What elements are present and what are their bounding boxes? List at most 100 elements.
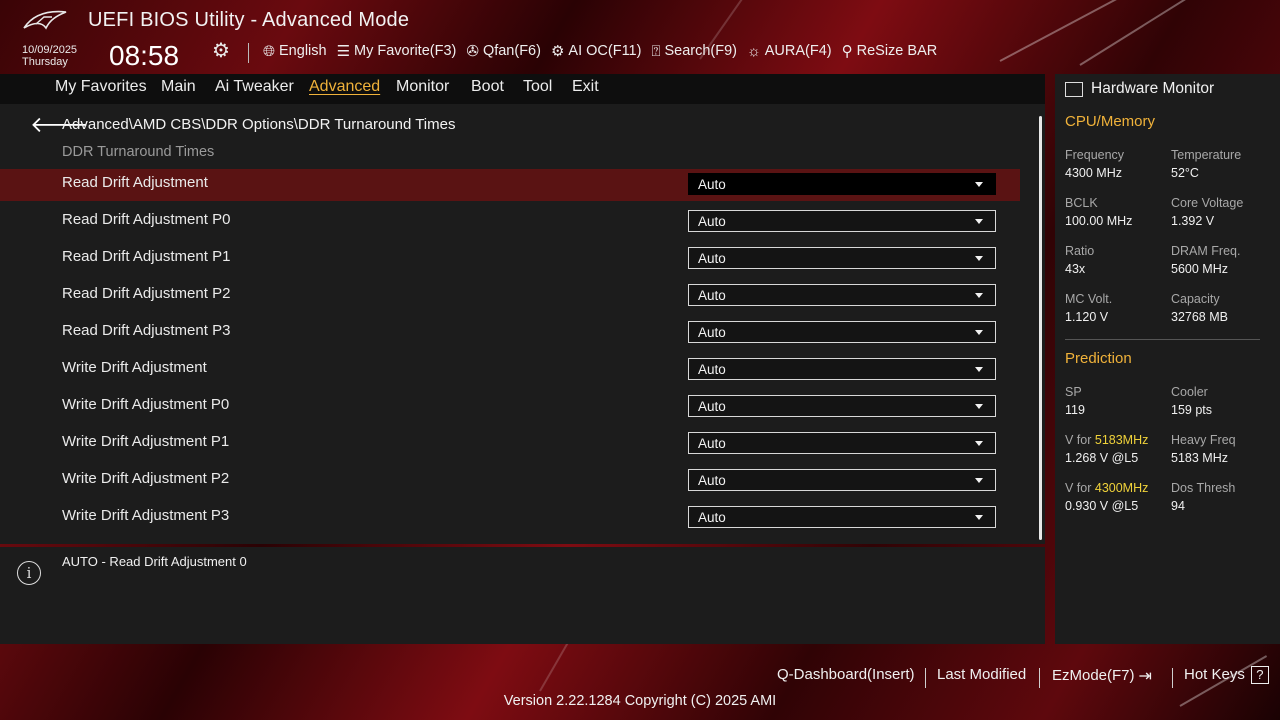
setting-dropdown[interactable]: Auto — [688, 210, 996, 232]
last-modified-button[interactable]: Last Modified — [937, 666, 1026, 683]
setting-dropdown[interactable]: Auto — [688, 247, 996, 269]
v-for-prefix: V for — [1065, 433, 1095, 447]
qfan-label: Qfan(F6) — [482, 43, 541, 59]
setting-dropdown[interactable]: Auto — [688, 432, 996, 454]
ezmode-button[interactable]: EzMode(F7) ⇥ — [1052, 666, 1152, 686]
hot-keys-button[interactable]: Hot Keys? — [1184, 666, 1269, 685]
rog-logo-icon — [23, 10, 67, 30]
setting-row-read-drift-adjustment-p0[interactable]: Read Drift Adjustment P0 Auto — [0, 206, 1020, 238]
capacity-label: Capacity — [1171, 292, 1220, 306]
setting-row-read-drift-adjustment-p2[interactable]: Read Drift Adjustment P2 Auto — [0, 280, 1020, 312]
ratio-value: 43x — [1065, 262, 1086, 276]
chevron-down-icon — [975, 182, 983, 187]
dos-thresh-value: 94 — [1171, 499, 1185, 513]
fan-icon: ✇ — [466, 43, 479, 60]
setting-dropdown[interactable]: Auto — [688, 321, 996, 343]
setting-label: Read Drift Adjustment P1 — [62, 248, 231, 265]
setting-row-read-drift-adjustment-p3[interactable]: Read Drift Adjustment P3 Auto — [0, 317, 1020, 349]
hardware-monitor-label: Hardware Monitor — [1091, 80, 1215, 97]
setting-label: Write Drift Adjustment P1 — [62, 433, 230, 450]
scrollbar[interactable] — [1039, 116, 1042, 540]
tab-advanced[interactable]: Advanced — [309, 78, 380, 96]
setting-dropdown[interactable]: Auto — [688, 284, 996, 306]
temperature-value: 52°C — [1171, 166, 1199, 180]
tab-boot[interactable]: Boot — [471, 78, 504, 96]
ai-oc-button[interactable]: ⚙ AI OC(F11) — [551, 42, 642, 60]
exit-to-ezmode-icon: ⇥ — [1138, 668, 1152, 685]
dram-freq-label: DRAM Freq. — [1171, 244, 1241, 258]
weekday-text: Thursday — [22, 56, 68, 68]
search-label: Search(F9) — [664, 43, 737, 59]
tab-my-favorites[interactable]: My Favorites — [55, 78, 147, 96]
language-button[interactable]: 🌐︎ English — [263, 42, 327, 60]
toolbar: 🌐︎ English ☰ My Favorite(F3) ✇ Qfan(F6) … — [263, 42, 947, 61]
chevron-down-icon — [975, 478, 983, 483]
hot-keys-label: Hot Keys — [1184, 666, 1245, 683]
setting-row-read-drift-adjustment[interactable]: Read Drift Adjustment Auto — [0, 169, 1020, 201]
chevron-down-icon — [975, 293, 983, 298]
hw-divider — [1065, 339, 1260, 340]
search-button[interactable]: ⍰ Search(F9) — [651, 42, 737, 60]
section-title: DDR Turnaround Times — [62, 144, 215, 160]
cooler-value: 159 pts — [1171, 403, 1213, 417]
v-for-freq1-label: V for 5183MHz — [1065, 433, 1148, 447]
footer-divider — [925, 668, 926, 688]
heavy-freq-label: Heavy Freq — [1171, 433, 1236, 447]
sp-value: 119 — [1065, 403, 1085, 417]
dropdown-value: Auto — [698, 399, 726, 414]
temperature-label: Temperature — [1171, 148, 1242, 162]
ezmode-label: EzMode(F7) — [1052, 666, 1135, 684]
dropdown-value: Auto — [698, 251, 726, 266]
frequency-value: 4300 MHz — [1065, 166, 1122, 180]
setting-row-write-drift-adjustment-p2[interactable]: Write Drift Adjustment P2 Auto — [0, 465, 1020, 497]
chevron-down-icon — [975, 404, 983, 409]
setting-dropdown[interactable]: Auto — [688, 395, 996, 417]
monitor-icon — [1065, 81, 1083, 97]
setting-label: Write Drift Adjustment P0 — [62, 396, 230, 413]
chevron-down-icon — [975, 219, 983, 224]
tab-main[interactable]: Main — [161, 78, 196, 96]
tab-tool[interactable]: Tool — [523, 78, 552, 96]
setting-row-write-drift-adjustment-p0[interactable]: Write Drift Adjustment P0 Auto — [0, 391, 1020, 423]
setting-row-write-drift-adjustment[interactable]: Write Drift Adjustment Auto — [0, 354, 1020, 386]
dos-thresh-label: Dos Thresh — [1171, 481, 1236, 495]
v-for-freq1-value: 1.268 V @L5 — [1065, 451, 1139, 465]
header-divider — [248, 43, 249, 63]
qfan-button[interactable]: ✇ Qfan(F6) — [466, 42, 541, 60]
capacity-value: 32768 MB — [1171, 310, 1228, 324]
resize-bar-button[interactable]: ⚲ ReSize BAR — [842, 42, 938, 60]
tab-monitor[interactable]: Monitor — [396, 78, 449, 96]
aura-button[interactable]: ☼ AURA(F4) — [747, 42, 832, 60]
hardware-monitor-title: Hardware Monitor — [1065, 80, 1214, 98]
setting-label: Write Drift Adjustment P2 — [62, 470, 230, 487]
setting-row-write-drift-adjustment-p1[interactable]: Write Drift Adjustment P1 Auto — [0, 428, 1020, 460]
prediction-heading: Prediction — [1065, 350, 1132, 367]
chevron-down-icon — [975, 515, 983, 520]
v-for-freq2: 4300MHz — [1094, 481, 1149, 495]
core-voltage-value: 1.392 V — [1171, 214, 1215, 228]
setting-dropdown[interactable]: Auto — [688, 469, 996, 491]
hardware-monitor-panel: Hardware Monitor CPU/Memory Frequency 43… — [1055, 74, 1280, 644]
info-icon: i — [17, 561, 41, 585]
date-text: 10/09/2025 — [22, 44, 78, 56]
gear-icon[interactable]: ⚙ — [212, 38, 230, 63]
my-favorite-button[interactable]: ☰ My Favorite(F3) — [337, 42, 457, 60]
chevron-down-icon — [975, 330, 983, 335]
setting-dropdown[interactable]: Auto — [688, 506, 996, 528]
tab-exit[interactable]: Exit — [572, 78, 599, 96]
tab-ai-tweaker[interactable]: Ai Tweaker — [215, 78, 294, 96]
ratio-label: Ratio — [1065, 244, 1095, 258]
chip-icon: ⚙ — [550, 43, 565, 60]
clock-display[interactable]: 08:58 — [109, 40, 179, 72]
setting-dropdown[interactable]: Auto — [688, 173, 996, 195]
frequency-label: Frequency — [1065, 148, 1125, 162]
setting-row-read-drift-adjustment-p1[interactable]: Read Drift Adjustment P1 Auto — [0, 243, 1020, 275]
mc-volt-label: MC Volt. — [1065, 292, 1113, 306]
setting-dropdown[interactable]: Auto — [688, 358, 996, 380]
help-text: AUTO - Read Drift Adjustment 0 — [62, 554, 247, 569]
bclk-label: BCLK — [1065, 196, 1098, 210]
setting-row-write-drift-adjustment-p3[interactable]: Write Drift Adjustment P3 Auto — [0, 502, 1020, 534]
app-title: UEFI BIOS Utility - Advanced Mode — [88, 9, 410, 31]
q-dashboard-button[interactable]: Q-Dashboard(Insert) — [777, 666, 915, 683]
language-label: English — [279, 43, 327, 59]
